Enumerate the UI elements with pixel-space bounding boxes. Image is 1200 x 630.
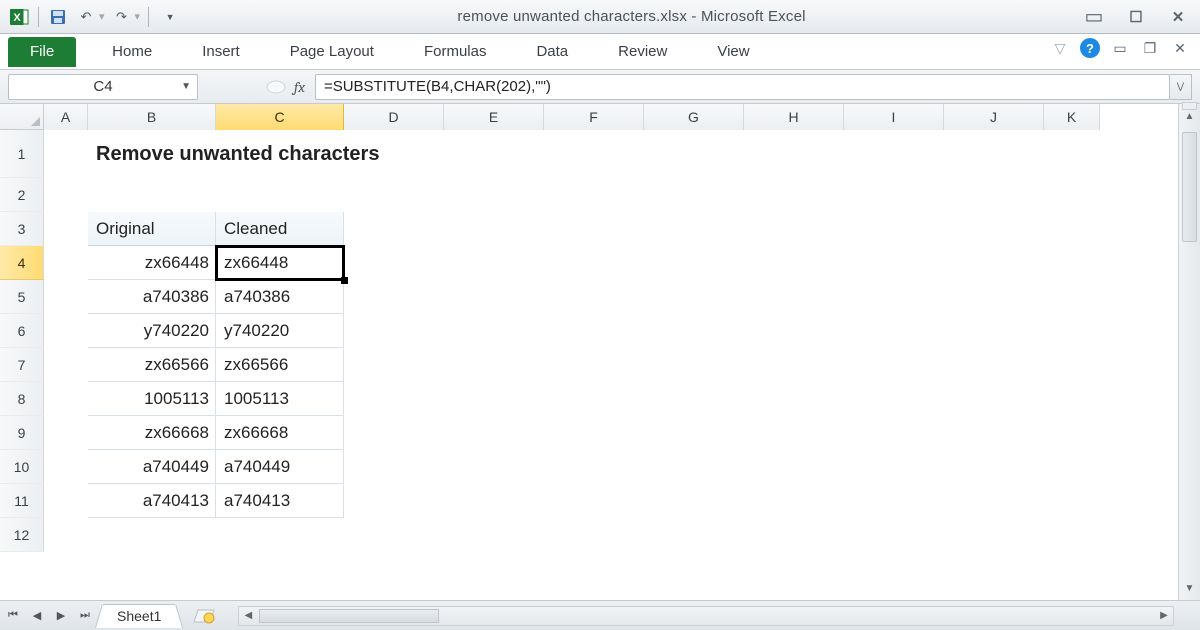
- svg-text:X: X: [13, 12, 21, 24]
- window-restore-icon[interactable]: ❐: [1140, 40, 1160, 56]
- column-headers: ABCDEFGHIJK: [0, 104, 1200, 130]
- save-button[interactable]: [47, 6, 69, 28]
- row-header-2[interactable]: 2: [0, 178, 44, 212]
- name-box[interactable]: C4 ▼: [8, 74, 198, 100]
- row-header-8[interactable]: 8: [0, 382, 44, 416]
- column-header-c[interactable]: C: [216, 104, 344, 130]
- sheet-nav-first-icon[interactable]: ⏮: [2, 605, 24, 627]
- column-header-d[interactable]: D: [344, 104, 444, 130]
- row-headers: 123456789101112: [0, 130, 44, 600]
- window-title: remove unwanted characters.xlsx - Micros…: [183, 8, 1080, 25]
- scroll-thumb[interactable]: [1182, 132, 1197, 242]
- column-header-i[interactable]: I: [844, 104, 944, 130]
- row-header-9[interactable]: 9: [0, 416, 44, 450]
- formula-input[interactable]: =SUBSTITUTE(B4,CHAR(202),""): [315, 74, 1170, 100]
- tab-formulas[interactable]: Formulas: [412, 37, 499, 67]
- row-header-10[interactable]: 10: [0, 450, 44, 484]
- scroll-down-icon[interactable]: ▼: [1179, 578, 1200, 598]
- cell-original-5[interactable]: a740386: [88, 280, 216, 314]
- close-button[interactable]: ✕: [1164, 7, 1192, 27]
- sheet-nav-next-icon[interactable]: ▶: [50, 605, 72, 627]
- redo-button[interactable]: ↷: [109, 6, 135, 28]
- name-box-value: C4: [93, 78, 112, 95]
- cancel-formula-icon: [266, 80, 286, 94]
- fx-label[interactable]: fx: [294, 78, 305, 96]
- cell-cleaned-6[interactable]: y740220: [216, 314, 344, 348]
- title-bar: X ↶▾ ↷▾ ▼ remove unwanted characters.xls…: [0, 0, 1200, 34]
- column-header-a[interactable]: A: [44, 104, 88, 130]
- file-tab[interactable]: File: [8, 37, 76, 67]
- cell-header-cleaned[interactable]: Cleaned: [216, 212, 344, 246]
- formula-text: =SUBSTITUTE(B4,CHAR(202),""): [324, 78, 551, 95]
- redo-dropdown-icon[interactable]: ▾: [135, 10, 141, 23]
- cell-cleaned-7[interactable]: zx66566: [216, 348, 344, 382]
- excel-icon: X: [8, 6, 30, 28]
- cell-cleaned-10[interactable]: a740449: [216, 450, 344, 484]
- column-header-g[interactable]: G: [644, 104, 744, 130]
- cell-cleaned-4[interactable]: zx66448: [216, 246, 344, 280]
- row-header-11[interactable]: 11: [0, 484, 44, 518]
- column-header-f[interactable]: F: [544, 104, 644, 130]
- help-icon[interactable]: ?: [1080, 38, 1100, 58]
- cell-original-6[interactable]: y740220: [88, 314, 216, 348]
- cell-cleaned-11[interactable]: a740413: [216, 484, 344, 518]
- formula-bar: C4 ▼ fx =SUBSTITUTE(B4,CHAR(202),"") ⋁: [0, 70, 1200, 104]
- scroll-up-icon[interactable]: ▲: [1179, 106, 1200, 126]
- tab-data[interactable]: Data: [524, 37, 580, 67]
- cell-original-7[interactable]: zx66566: [88, 348, 216, 382]
- new-sheet-button[interactable]: [190, 606, 218, 626]
- undo-button[interactable]: ↶: [73, 6, 99, 28]
- ribbon-minimize-icon[interactable]: ▽: [1050, 40, 1070, 56]
- cell-cleaned-8[interactable]: 1005113: [216, 382, 344, 416]
- cell-header-original[interactable]: Original: [88, 212, 216, 246]
- cell-original-4[interactable]: zx66448: [88, 246, 216, 280]
- column-header-h[interactable]: H: [744, 104, 844, 130]
- cell-original-8[interactable]: 1005113: [88, 382, 216, 416]
- sheet-nav-prev-icon[interactable]: ◀: [26, 605, 48, 627]
- vertical-scrollbar[interactable]: ▲ ▼: [1178, 104, 1200, 600]
- tab-view[interactable]: View: [705, 37, 761, 67]
- sheet-tab-bar: ⏮ ◀ ▶ ⏭ Sheet1 ◀ ▶: [0, 600, 1200, 630]
- scroll-left-icon[interactable]: ◀: [239, 610, 257, 621]
- tab-insert[interactable]: Insert: [190, 37, 252, 67]
- formula-expand-icon[interactable]: ⋁: [1170, 74, 1192, 100]
- hscroll-thumb[interactable]: [259, 609, 439, 623]
- row-header-3[interactable]: 3: [0, 212, 44, 246]
- minimize-button[interactable]: ▭: [1080, 7, 1108, 27]
- column-header-j[interactable]: J: [944, 104, 1044, 130]
- cell-cleaned-5[interactable]: a740386: [216, 280, 344, 314]
- column-header-k[interactable]: K: [1044, 104, 1100, 130]
- maximize-button[interactable]: ☐: [1122, 7, 1150, 27]
- cell-original-11[interactable]: a740413: [88, 484, 216, 518]
- row-header-5[interactable]: 5: [0, 280, 44, 314]
- cells-area[interactable]: Remove unwanted characters OriginalCleane…: [44, 130, 1200, 600]
- select-all-corner[interactable]: [0, 104, 44, 130]
- row-header-7[interactable]: 7: [0, 348, 44, 382]
- tab-review[interactable]: Review: [606, 37, 679, 67]
- row-header-1[interactable]: 1: [0, 130, 44, 178]
- sheet-tab-active[interactable]: Sheet1: [102, 604, 176, 628]
- undo-dropdown-icon[interactable]: ▾: [99, 10, 105, 23]
- row-header-12[interactable]: 12: [0, 518, 44, 552]
- sheet-nav-last-icon[interactable]: ⏭: [74, 605, 96, 627]
- window-close-icon[interactable]: ✕: [1170, 40, 1190, 56]
- qat-customize-icon[interactable]: ▼: [157, 6, 183, 28]
- fill-handle[interactable]: [341, 277, 348, 284]
- horizontal-scrollbar[interactable]: ◀ ▶: [238, 606, 1174, 626]
- worksheet-grid[interactable]: ABCDEFGHIJK 123456789101112 Remove unwan…: [0, 104, 1200, 600]
- cell-title[interactable]: Remove unwanted characters: [88, 130, 488, 178]
- cell-original-9[interactable]: zx66668: [88, 416, 216, 450]
- row-header-4[interactable]: 4: [0, 246, 44, 280]
- column-header-b[interactable]: B: [88, 104, 216, 130]
- scroll-right-icon[interactable]: ▶: [1155, 610, 1173, 621]
- name-box-dropdown-icon[interactable]: ▼: [181, 81, 191, 92]
- cell-cleaned-9[interactable]: zx66668: [216, 416, 344, 450]
- window-minimize-icon[interactable]: ▭: [1110, 40, 1130, 56]
- cell-original-10[interactable]: a740449: [88, 450, 216, 484]
- row-header-6[interactable]: 6: [0, 314, 44, 348]
- ribbon-tabs: File Home Insert Page Layout Formulas Da…: [0, 34, 1200, 70]
- tab-page-layout[interactable]: Page Layout: [278, 37, 386, 67]
- tab-home[interactable]: Home: [100, 37, 164, 67]
- column-header-e[interactable]: E: [444, 104, 544, 130]
